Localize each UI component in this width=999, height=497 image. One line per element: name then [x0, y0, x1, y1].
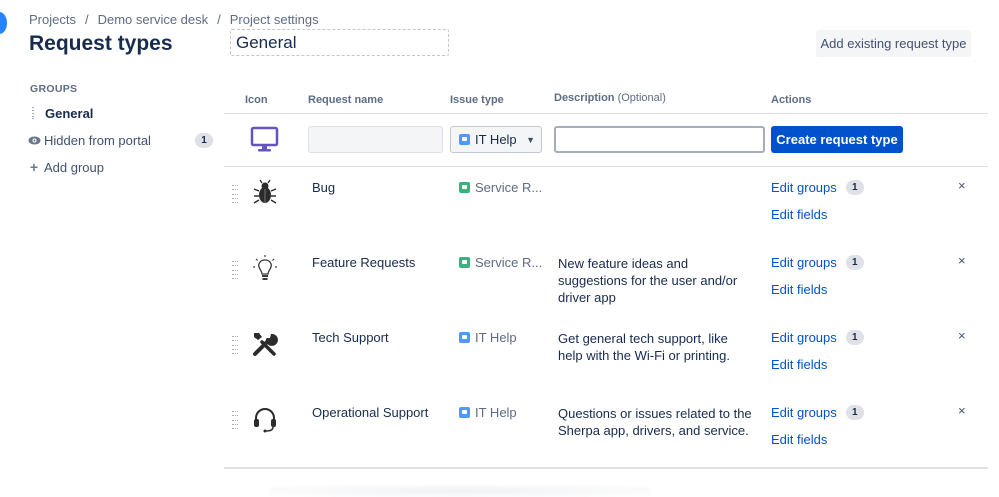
request-description[interactable]: Questions or issues related to the Sherp… — [558, 405, 753, 439]
request-name[interactable]: Tech Support — [312, 330, 389, 345]
edit-fields-link[interactable]: Edit fields — [771, 207, 827, 222]
breadcrumb-demo-service-desk[interactable]: Demo service desk — [98, 12, 209, 27]
header-issue-type: Issue type — [450, 94, 504, 106]
hidden-count-badge: 1 — [195, 132, 213, 148]
edit-groups-link[interactable]: Edit groups 1 — [771, 405, 864, 420]
request-type-row: Bug Service R... Edit groups 1 Edit field… — [224, 178, 988, 255]
edit-groups-link[interactable]: Edit groups 1 — [771, 180, 864, 195]
request-name[interactable]: Bug — [312, 180, 335, 195]
sidebar-item-general[interactable]: General — [27, 103, 93, 123]
sidebar-item-hidden-from-portal[interactable]: Hidden from portal 1 — [27, 130, 213, 150]
groups-heading: GROUPS — [30, 83, 78, 95]
groups-count-badge: 1 — [845, 405, 864, 420]
request-name[interactable]: Feature Requests — [312, 255, 415, 270]
issue-type-selected: IT Help — [475, 132, 517, 147]
breadcrumb-separator: / — [217, 12, 221, 27]
group-name-input[interactable]: General — [230, 29, 449, 56]
issue-type: Service R... — [459, 180, 542, 195]
groups-count-badge: 1 — [845, 255, 864, 270]
table-bottom-divider — [224, 467, 988, 469]
lightbulb-icon — [253, 255, 277, 280]
issue-type-label: IT Help — [475, 405, 517, 420]
request-description[interactable]: Get general tech support, like help with… — [558, 330, 753, 364]
bug-icon — [253, 179, 277, 204]
page-title: Request types — [29, 32, 173, 55]
description-input[interactable] — [554, 126, 765, 153]
row-drag-handle[interactable] — [232, 411, 238, 429]
add-group-button[interactable]: + Add group — [27, 157, 104, 177]
issue-type-label: IT Help — [475, 330, 517, 345]
remove-request-type-button[interactable]: × — [958, 178, 966, 193]
remove-request-type-button[interactable]: × — [958, 328, 966, 343]
create-row-divider — [224, 166, 988, 167]
breadcrumb-project-settings[interactable]: Project settings — [230, 12, 319, 27]
tools-icon — [253, 333, 278, 356]
create-request-type-button[interactable]: Create request type — [771, 126, 903, 153]
issue-type: Service R... — [459, 255, 542, 270]
edit-fields-link[interactable]: Edit fields — [771, 432, 827, 447]
row-drag-handle[interactable] — [232, 336, 238, 354]
issue-type-label: Service R... — [475, 255, 543, 270]
edit-fields-link[interactable]: Edit fields — [771, 282, 827, 297]
header-description: Description (Optional) — [554, 92, 666, 104]
header-divider — [224, 113, 988, 114]
header-icon: Icon — [245, 94, 268, 106]
header-request-name: Request name — [308, 94, 384, 106]
edit-fields-link[interactable]: Edit fields — [771, 357, 827, 372]
breadcrumb-separator: / — [84, 12, 89, 27]
service-request-type-icon — [459, 182, 470, 193]
header-description-label: Description — [554, 92, 615, 104]
issue-type: IT Help — [459, 405, 517, 420]
it-help-type-icon — [459, 407, 470, 418]
headset-icon — [254, 408, 276, 433]
row-drag-handle[interactable] — [232, 185, 238, 203]
remove-request-type-button[interactable]: × — [958, 253, 966, 268]
icon-picker[interactable] — [248, 126, 282, 154]
issue-type-select[interactable]: IT Help ▼ — [450, 126, 542, 153]
drag-handle-icon[interactable] — [27, 107, 41, 119]
request-type-row: Feature Requests Service R... New featur… — [224, 253, 988, 330]
header-actions: Actions — [771, 94, 812, 106]
header-description-hint: (Optional) — [617, 92, 666, 104]
eye-icon — [27, 136, 41, 145]
groups-count-badge: 1 — [845, 330, 864, 345]
edit-groups-link[interactable]: Edit groups 1 — [771, 330, 864, 345]
scroll-shadow — [270, 485, 650, 497]
row-drag-handle[interactable] — [232, 261, 238, 279]
request-name[interactable]: Operational Support — [312, 405, 428, 420]
service-request-type-icon — [459, 257, 470, 268]
issue-type-label: Service R... — [475, 180, 543, 195]
issue-type: IT Help — [459, 330, 517, 345]
sidebar-item-label: Hidden from portal — [44, 132, 151, 148]
groups-count-badge: 1 — [845, 180, 864, 195]
it-help-type-icon — [459, 332, 470, 343]
chevron-down-icon: ▼ — [526, 134, 535, 145]
it-help-type-icon — [459, 134, 470, 145]
breadcrumb: Projects / Demo service desk / Project setti… — [29, 12, 319, 27]
breadcrumb-projects[interactable]: Projects — [29, 12, 76, 27]
request-type-row: Tech Support IT Help Get general tech su… — [224, 328, 988, 405]
add-group-label: Add group — [44, 159, 104, 175]
monitor-icon — [250, 126, 279, 152]
request-name-input[interactable] — [308, 126, 443, 153]
remove-request-type-button[interactable]: × — [958, 403, 966, 418]
request-description[interactable]: New feature ideas and suggestions for th… — [558, 255, 753, 306]
edit-groups-link[interactable]: Edit groups 1 — [771, 255, 864, 270]
add-existing-request-type-button[interactable]: Add existing request type — [816, 30, 971, 57]
app-logo-dot — [0, 12, 7, 34]
plus-icon: + — [29, 159, 39, 175]
sidebar-item-label: General — [45, 105, 94, 121]
